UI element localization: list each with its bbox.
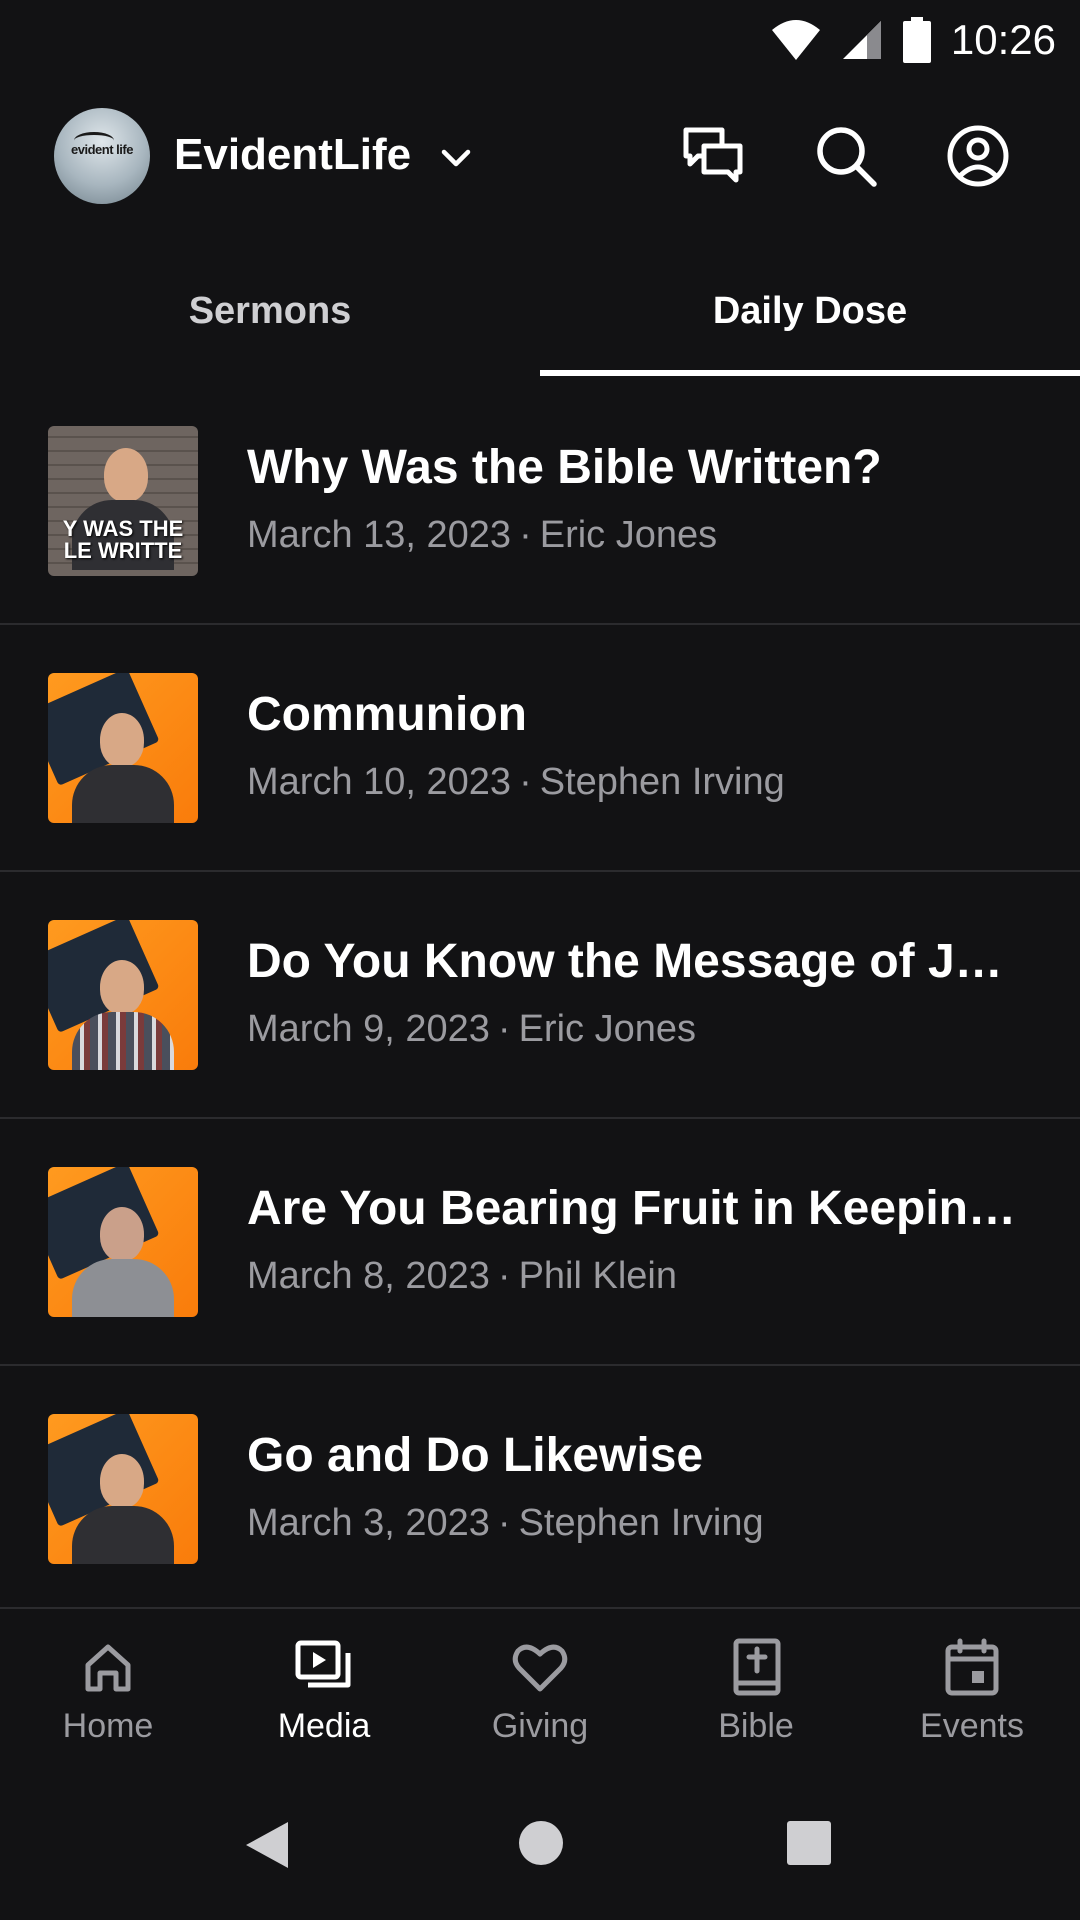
media-meta: March 13, 2023 · Eric Jones	[247, 514, 717, 557]
app-screen: 10:26 evident life EvidentLife Sermons D…	[0, 0, 1080, 1920]
media-thumbnail	[48, 920, 198, 1070]
heart-icon	[512, 1644, 568, 1692]
media-icon	[295, 1640, 351, 1688]
media-author: Eric Jones	[518, 1008, 696, 1050]
bottom-navigation: Home Media Giving Bible Events	[0, 1607, 1080, 1779]
nav-label: Home	[62, 1707, 154, 1745]
home-icon	[85, 1644, 131, 1692]
tab-sermons[interactable]: Sermons	[0, 258, 540, 378]
media-meta: March 10, 2023 · Stephen Irving	[247, 761, 785, 804]
meta-separator: ·	[497, 1502, 511, 1544]
bible-icon	[733, 1638, 781, 1696]
nav-media[interactable]: Media	[216, 1637, 432, 1777]
wifi-icon	[771, 18, 821, 62]
list-item[interactable]: Communion March 10, 2023 · Stephen Irving	[0, 625, 1080, 872]
meta-separator: ·	[519, 514, 532, 556]
media-date: March 8, 2023	[247, 1255, 490, 1297]
system-navigation-bar	[0, 1780, 1080, 1920]
meta-separator: ·	[497, 1008, 511, 1050]
media-date: March 13, 2023	[247, 514, 512, 556]
chevron-down-icon[interactable]	[438, 140, 474, 181]
recents-icon[interactable]	[786, 1820, 832, 1871]
list-item[interactable]: Y WAS THE LE WRITTE Why Was the Bible Wr…	[0, 378, 1080, 625]
media-author: Eric Jones	[539, 514, 718, 556]
app-header: evident life EvidentLife	[0, 100, 1080, 212]
tab-daily-dose[interactable]: Daily Dose	[540, 258, 1080, 378]
media-tabs: Sermons Daily Dose	[0, 258, 1080, 378]
church-name[interactable]: EvidentLife	[174, 130, 411, 180]
media-title: Do You Know the Message of Je…	[247, 935, 1027, 988]
media-author: Phil Klein	[518, 1255, 677, 1297]
media-thumbnail: Y WAS THE LE WRITTE	[48, 426, 198, 576]
media-author: Stephen Irving	[518, 1502, 764, 1544]
nav-bible[interactable]: Bible	[648, 1637, 864, 1777]
list-item[interactable]: Are You Bearing Fruit in Keeping… March …	[0, 1119, 1080, 1366]
media-title: Communion	[247, 688, 527, 741]
nav-label: Media	[277, 1707, 371, 1745]
meta-separator: ·	[519, 761, 532, 803]
messages-icon[interactable]	[682, 124, 746, 188]
media-title: Are You Bearing Fruit in Keeping…	[247, 1182, 1027, 1235]
calendar-icon	[945, 1638, 999, 1696]
media-thumbnail	[48, 673, 198, 823]
battery-icon	[902, 17, 931, 63]
nav-giving[interactable]: Giving	[432, 1637, 648, 1777]
media-meta: March 9, 2023 · Eric Jones	[247, 1008, 696, 1051]
cell-signal-icon	[841, 19, 883, 61]
status-time: 10:26	[950, 16, 1056, 63]
nav-label: Bible	[718, 1707, 794, 1745]
media-title: Go and Do Likewise	[247, 1429, 704, 1482]
media-author: Stephen Irving	[539, 761, 785, 803]
church-logo[interactable]: evident life	[54, 108, 150, 204]
status-icons: 10:26	[771, 8, 1056, 72]
media-meta: March 8, 2023 · Phil Klein	[247, 1255, 677, 1298]
media-date: March 3, 2023	[247, 1502, 490, 1544]
thumbnail-caption: Y WAS THE LE WRITTE	[62, 516, 184, 563]
media-date: March 10, 2023	[247, 761, 512, 803]
home-circle-icon[interactable]	[518, 1820, 564, 1871]
list-item[interactable]: Do You Know the Message of Je… March 9, …	[0, 872, 1080, 1119]
media-thumbnail	[48, 1167, 198, 1317]
meta-separator: ·	[497, 1255, 511, 1297]
logo-text: evident life	[71, 142, 133, 157]
media-meta: March 3, 2023 · Stephen Irving	[247, 1502, 764, 1545]
media-list: Y WAS THE LE WRITTE Why Was the Bible Wr…	[0, 378, 1080, 1613]
media-date: March 9, 2023	[247, 1008, 490, 1050]
tab-active-indicator	[540, 370, 1080, 376]
nav-events[interactable]: Events	[864, 1637, 1080, 1777]
media-title: Why Was the Bible Written?	[247, 441, 882, 494]
nav-label: Events	[920, 1707, 1024, 1745]
list-item[interactable]: Go and Do Likewise March 3, 2023 · Stephen…	[0, 1366, 1080, 1613]
account-icon[interactable]	[946, 124, 1010, 188]
media-thumbnail	[48, 1414, 198, 1564]
search-icon[interactable]	[814, 124, 878, 188]
back-icon[interactable]	[244, 1820, 290, 1875]
status-bar: 10:26	[0, 0, 1080, 80]
nav-label: Giving	[491, 1707, 589, 1745]
nav-home[interactable]: Home	[0, 1637, 216, 1777]
